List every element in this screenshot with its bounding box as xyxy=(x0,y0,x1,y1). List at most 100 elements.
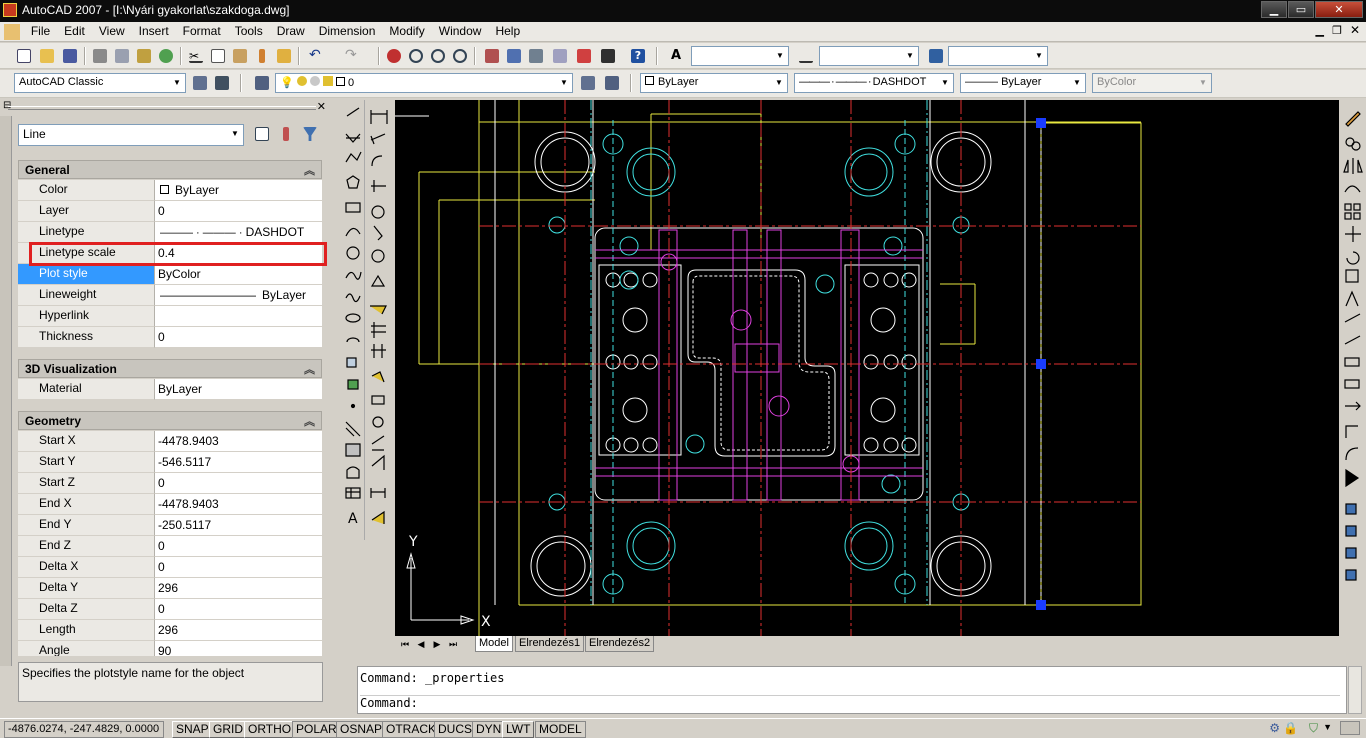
prop-row-thickness[interactable]: Thickness 0 xyxy=(18,327,322,348)
tab-prev-icon[interactable]: ◀ xyxy=(413,637,429,651)
autocad-app-icon[interactable] xyxy=(3,3,17,17)
prop-row-lineweight[interactable]: Lineweight ———————— ByLayer xyxy=(18,285,322,306)
prop-row-angle[interactable]: Angle 90 xyxy=(18,641,322,656)
prop-row-hyperlink[interactable]: Hyperlink xyxy=(18,306,322,327)
menu-dimension[interactable]: Dimension xyxy=(312,22,383,40)
tab-first-icon[interactable]: ⏮ xyxy=(397,637,413,651)
toggle-osnap[interactable]: OSNAP xyxy=(336,721,387,738)
tab-last-icon[interactable]: ⏭ xyxy=(445,637,461,651)
menu-window[interactable]: Window xyxy=(432,22,489,40)
menu-insert[interactable]: Insert xyxy=(132,22,176,40)
prop-row-start-x[interactable]: Start X -4478.9403 xyxy=(18,431,322,452)
palette-titlebar[interactable]: ⊟ ✕ xyxy=(0,100,340,116)
markup-icon[interactable] xyxy=(574,46,594,66)
toggle-dyn[interactable]: DYN xyxy=(472,721,506,738)
prop-row-linetype[interactable]: Linetype ——— · ——— · DASHDOT xyxy=(18,222,322,243)
object-type-dropdown[interactable]: Line ▼ xyxy=(18,124,244,146)
new-icon[interactable] xyxy=(14,46,34,66)
quickcalc-icon[interactable] xyxy=(598,46,618,66)
doc-restore-button[interactable]: ❐ xyxy=(1332,24,1342,37)
prop-row-length[interactable]: Length 296 xyxy=(18,620,322,641)
design-center-icon[interactable] xyxy=(504,46,524,66)
toggle-pickadd-icon[interactable] xyxy=(252,124,272,144)
properties-icon[interactable] xyxy=(482,46,502,66)
drawing-canvas[interactable]: Y X xyxy=(395,100,1339,636)
doc-minimize-button[interactable]: ▁ xyxy=(1316,24,1324,37)
layer-previous-icon[interactable] xyxy=(602,73,622,93)
status-menu-icon[interactable]: ▼ xyxy=(1323,722,1332,732)
prop-row-material[interactable]: Material ByLayer xyxy=(18,379,322,400)
dim-style-icon[interactable] xyxy=(796,46,816,66)
lineweight-control-dropdown[interactable]: ——— ByLayer ▼ xyxy=(960,73,1086,93)
section-3d-visualization[interactable]: 3D Visualization ︽ xyxy=(18,359,322,378)
toggle-model[interactable]: MODEL xyxy=(535,721,586,738)
prop-row-delta-z[interactable]: Delta Z0 xyxy=(18,599,322,620)
prop-row-color[interactable]: Color ByLayer xyxy=(18,180,322,201)
menu-edit[interactable]: Edit xyxy=(57,22,92,40)
collapse-chevron-icon[interactable]: ︽ xyxy=(304,162,315,178)
section-geometry[interactable]: Geometry ︽ xyxy=(18,411,322,430)
table-style-icon[interactable] xyxy=(926,46,946,66)
collapse-chevron-icon[interactable]: ︽ xyxy=(304,413,315,429)
select-objects-icon[interactable] xyxy=(276,124,296,144)
toggle-snap[interactable]: SNAP xyxy=(172,721,213,738)
pan-icon[interactable] xyxy=(384,46,404,66)
text-style-icon[interactable]: A xyxy=(668,46,688,66)
block-editor-icon[interactable] xyxy=(274,46,294,66)
modify-toolbar-icons[interactable] xyxy=(1340,100,1366,600)
toggle-grid[interactable]: GRID xyxy=(209,721,247,738)
menu-tools[interactable]: Tools xyxy=(228,22,270,40)
tab-model[interactable]: Model xyxy=(475,636,513,652)
command-scrollbar[interactable] xyxy=(1348,666,1362,714)
prop-row-end-z[interactable]: End Z0 xyxy=(18,536,322,557)
prop-row-end-x[interactable]: End X -4478.9403 xyxy=(18,494,322,515)
zoom-realtime-icon[interactable] xyxy=(406,46,426,66)
maximize-button[interactable]: ▭ xyxy=(1288,1,1314,18)
save-icon[interactable] xyxy=(60,46,80,66)
layer-properties-icon[interactable] xyxy=(252,73,272,93)
menu-format[interactable]: Format xyxy=(176,22,228,40)
sheet-set-icon[interactable] xyxy=(550,46,570,66)
dimension-toolbar-icons[interactable] xyxy=(366,100,393,540)
menu-view[interactable]: View xyxy=(92,22,132,40)
my-workspace-icon[interactable] xyxy=(212,73,232,93)
workspace-dropdown[interactable]: AutoCAD Classic ▼ xyxy=(14,73,186,93)
color-control-dropdown[interactable]: ByLayer ▼ xyxy=(640,73,788,93)
prop-row-start-z[interactable]: Start Z0 xyxy=(18,473,322,494)
tab-layout1[interactable]: Elrendezés1 xyxy=(515,636,585,652)
minimize-button[interactable]: ▁ xyxy=(1261,1,1287,18)
layer-dropdown[interactable]: 💡 0 ▼ xyxy=(275,73,573,93)
palette-side-strip[interactable] xyxy=(0,116,12,666)
plot-icon[interactable] xyxy=(90,46,110,66)
collapse-chevron-icon[interactable]: ︽ xyxy=(304,361,315,377)
menu-file[interactable]: File xyxy=(24,22,57,40)
drawing-content[interactable]: Y X xyxy=(395,100,1339,636)
prop-row-start-y[interactable]: Start Y -546.5117 xyxy=(18,452,322,473)
plot-preview-icon[interactable] xyxy=(112,46,132,66)
publish-icon[interactable] xyxy=(134,46,154,66)
make-object-layer-current-icon[interactable] xyxy=(578,73,598,93)
linetype-control-dropdown[interactable]: ——— · ——— · DASHDOT ▼ xyxy=(794,73,954,93)
help-icon[interactable]: ? xyxy=(628,46,648,66)
dim-style-dropdown[interactable]: ▼ xyxy=(819,46,919,66)
toggle-otrack[interactable]: OTRACK xyxy=(382,721,441,738)
comm-center-icon[interactable]: ⚙ xyxy=(1269,721,1280,735)
prop-row-delta-x[interactable]: Delta X0 xyxy=(18,557,322,578)
table-style-dropdown[interactable]: ▼ xyxy=(948,46,1048,66)
toggle-ortho[interactable]: ORTHO xyxy=(244,721,296,738)
zoom-window-icon[interactable] xyxy=(428,46,448,66)
toggle-polar[interactable]: POLAR xyxy=(292,721,341,738)
menu-modify[interactable]: Modify xyxy=(382,22,431,40)
undo-icon[interactable]: ↶ xyxy=(306,46,326,66)
prop-row-layer[interactable]: Layer 0 xyxy=(18,201,322,222)
document-icon[interactable] xyxy=(4,24,20,40)
toggle-ducs[interactable]: DUCS xyxy=(434,721,477,738)
redo-icon[interactable]: ↷ xyxy=(342,46,362,66)
clean-screen-icon[interactable] xyxy=(1340,721,1360,735)
cut-icon[interactable]: ✂ xyxy=(186,46,206,66)
quick-select-icon[interactable] xyxy=(300,124,320,144)
tab-next-icon[interactable]: ▶ xyxy=(429,637,445,651)
coordinate-readout[interactable]: -4876.0274, -247.4829, 0.0000 xyxy=(4,721,164,738)
tab-layout2[interactable]: Elrendezés2 xyxy=(585,636,655,652)
command-history[interactable]: Command: _properties Command: xyxy=(357,666,1347,714)
